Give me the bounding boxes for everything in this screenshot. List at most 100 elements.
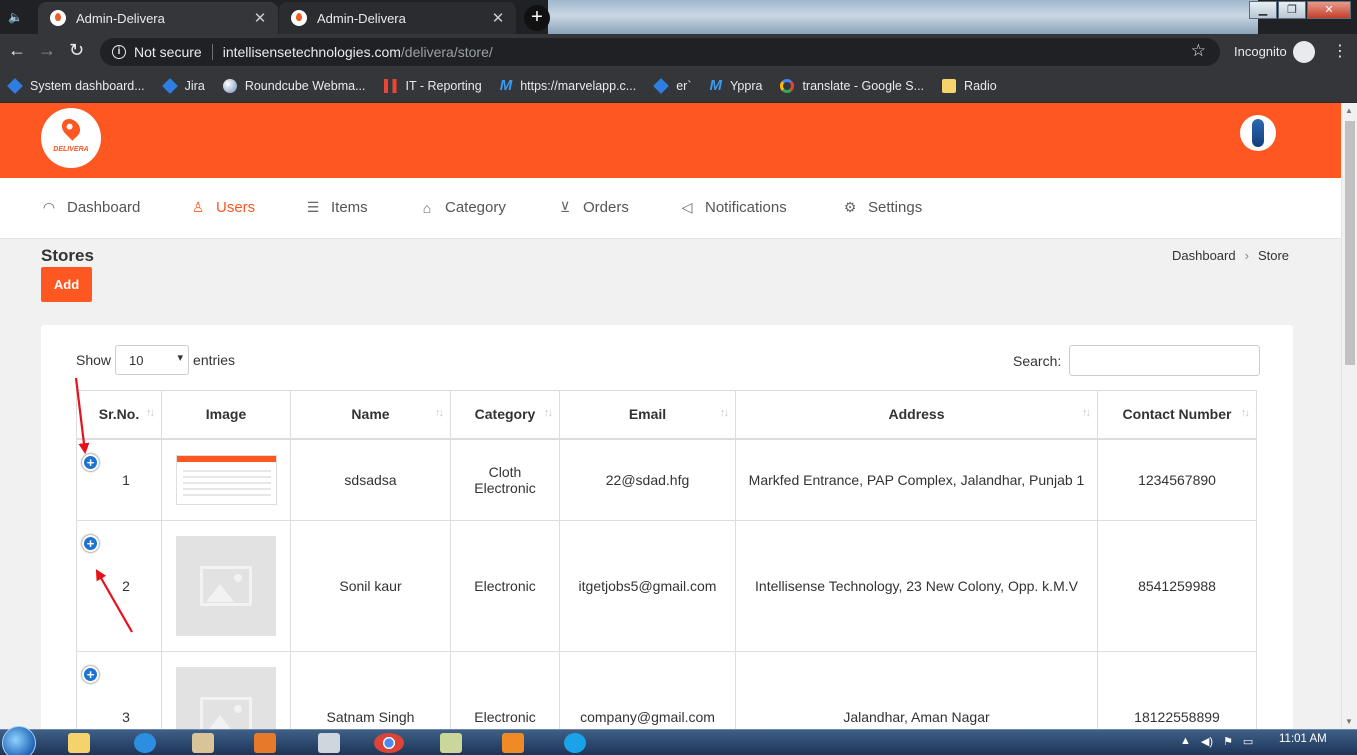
info-icon[interactable]: i — [112, 45, 126, 59]
url-path[interactable]: /delivera/store/ — [401, 44, 493, 60]
cell-srno: +2 — [76, 520, 162, 652]
reload-icon[interactable]: ↻ — [69, 40, 84, 61]
col-email[interactable]: Email ↑↓ — [559, 390, 736, 440]
sort-icon: ↑↓ — [146, 407, 155, 419]
expand-row-plus-icon[interactable]: + — [82, 535, 99, 552]
bookmark-item[interactable]: translate - Google S... — [780, 79, 924, 93]
breadcrumb-dashboard[interactable]: Dashboard — [1172, 248, 1236, 263]
internet-explorer-icon[interactable] — [134, 733, 156, 753]
nav-label: Settings — [868, 199, 923, 216]
nav-orders[interactable]: ⊻ Orders — [557, 199, 629, 216]
col-category[interactable]: Category ↑↓ — [450, 390, 560, 440]
jira-diamond-icon — [7, 78, 23, 94]
tab-title: Admin-Delivera — [76, 10, 165, 26]
add-store-button[interactable]: Add — [41, 267, 92, 302]
col-contact[interactable]: Contact Number ↑↓ — [1097, 390, 1257, 440]
browser-menu-icon[interactable]: ⋮ — [1332, 41, 1348, 61]
bookmark-item[interactable]: IT - Reporting — [383, 79, 482, 93]
address-bar[interactable]: i Not secure intellisensetechnologies.co… — [100, 38, 1220, 66]
back-arrow-icon[interactable]: ← — [8, 40, 26, 61]
audio-playing-icon[interactable]: 🔈 — [8, 10, 23, 24]
bookmark-label: er` — [676, 79, 692, 93]
cell-address: Intellisense Technology, 23 New Colony, … — [735, 520, 1098, 652]
incognito-icon[interactable] — [1293, 41, 1315, 63]
desktop-wallpaper — [548, 0, 1258, 34]
list-icon: ☰ — [306, 199, 320, 215]
forward-arrow-icon[interactable]: → — [38, 40, 56, 61]
nav-label: Users — [216, 199, 256, 216]
bookmark-item[interactable]: Radio — [942, 79, 997, 93]
browser-tab-1[interactable]: Admin-Delivera ✕ — [38, 2, 278, 34]
bookmark-item[interactable]: er` — [653, 78, 692, 94]
col-name[interactable]: Name ↑↓ — [290, 390, 451, 440]
network-icon[interactable]: ▭ — [1243, 735, 1253, 748]
chrome-icon[interactable] — [374, 733, 404, 753]
user-avatar[interactable] — [1240, 115, 1276, 151]
nav-users[interactable]: ♙ Users — [190, 199, 255, 216]
bookmark-item[interactable]: M Yppra — [709, 77, 763, 94]
nav-items[interactable]: ☰ Items — [305, 199, 368, 216]
bookmark-item[interactable]: Jira — [161, 78, 205, 94]
nav-notifications[interactable]: ◁ Notifications — [679, 199, 787, 216]
media-player-icon[interactable] — [254, 733, 276, 753]
stores-table-card: Show 10 entries Search: Sr.No.↑↓ Image N… — [41, 325, 1293, 755]
gear-icon: ⚙ — [843, 199, 857, 215]
stores-table: Sr.No. ↑↓ Image Name ↑↓ Category ↑↓ Email ↑↓… — [76, 390, 1257, 755]
browser-tab-2[interactable]: Admin-Delivera ✕ — [279, 2, 516, 34]
expand-row-plus-icon[interactable]: + — [82, 453, 99, 471]
new-tab-button[interactable]: + — [524, 5, 550, 31]
url-host[interactable]: intellisensetechnologies.com — [223, 44, 401, 60]
scroll-up-arrow-icon[interactable]: ▲ — [1345, 106, 1353, 115]
marvel-icon: M — [709, 77, 723, 94]
close-tab-icon[interactable]: ✕ — [250, 9, 270, 27]
page-scrollbar[interactable]: ▲ ▼ — [1341, 103, 1357, 729]
google-icon — [780, 79, 795, 93]
nav-settings[interactable]: ⚙ Settings — [842, 199, 922, 216]
action-center-flag-icon[interactable]: ⚑ — [1223, 735, 1233, 748]
search-input[interactable] — [1069, 345, 1261, 376]
security-status[interactable]: Not secure — [134, 44, 202, 60]
skype-icon[interactable] — [564, 733, 586, 753]
page-length-select[interactable]: 10 — [115, 345, 190, 375]
bookmark-item[interactable]: Roundcube Webma... — [222, 79, 366, 93]
dashboard-gauge-icon: ◠ — [42, 199, 56, 215]
expand-row-plus-icon[interactable]: + — [82, 666, 99, 683]
bookmark-item[interactable]: Mhttps://marvelapp.c... — [500, 78, 637, 93]
calculator-icon[interactable] — [318, 733, 340, 753]
sort-icon: ↑↓ — [1082, 407, 1091, 419]
cell-category: Electronic — [450, 520, 560, 652]
maximize-button[interactable]: ❐ — [1278, 1, 1306, 19]
jira-diamond-icon — [653, 78, 670, 94]
col-srno[interactable]: Sr.No. ↑↓ — [76, 390, 162, 440]
minimize-button[interactable]: ▁ — [1249, 1, 1277, 19]
cart-icon: ⊻ — [559, 199, 571, 215]
table-header-row: Sr.No. ↑↓ Image Name ↑↓ Category ↑↓ Email ↑↓… — [76, 390, 1257, 440]
paint-icon[interactable] — [192, 733, 214, 753]
taskbar-clock[interactable]: 11:01 AM — [1279, 733, 1327, 745]
scrollbar-thumb[interactable] — [1345, 121, 1355, 365]
volume-icon[interactable]: ◀) — [1201, 735, 1213, 748]
bookmark-item[interactable]: System dashboard... — [7, 78, 145, 94]
start-button[interactable] — [2, 726, 36, 755]
nav-category[interactable]: ⌂ Category — [419, 199, 506, 216]
folder-icon — [942, 79, 957, 93]
col-address[interactable]: Address ↑↓ — [735, 390, 1098, 440]
notepad-icon[interactable] — [440, 733, 462, 753]
scroll-down-arrow-icon[interactable]: ▼ — [1345, 717, 1353, 726]
nav-dashboard[interactable]: ◠ Dashboard — [41, 199, 141, 216]
nav-label: Dashboard — [67, 199, 141, 216]
table-search: Search: — [1013, 345, 1261, 376]
delivera-logo[interactable]: DELIVERA — [41, 108, 101, 168]
address-divider — [211, 44, 213, 60]
app-header: DELIVERA — [0, 103, 1341, 178]
window-close-button[interactable]: ✕ — [1307, 1, 1351, 19]
show-hidden-icons-icon[interactable]: ▲ — [1180, 735, 1191, 748]
image-placeholder — [176, 536, 276, 636]
user-icon: ♙ — [191, 199, 205, 215]
close-tab-icon[interactable]: ✕ — [488, 9, 508, 27]
vlc-icon[interactable] — [502, 733, 524, 753]
breadcrumb: Dashboard › Store — [1172, 248, 1289, 263]
bookmark-star-icon[interactable]: ☆ — [1191, 41, 1206, 61]
nav-label: Notifications — [705, 199, 787, 216]
explorer-icon[interactable] — [68, 733, 90, 753]
